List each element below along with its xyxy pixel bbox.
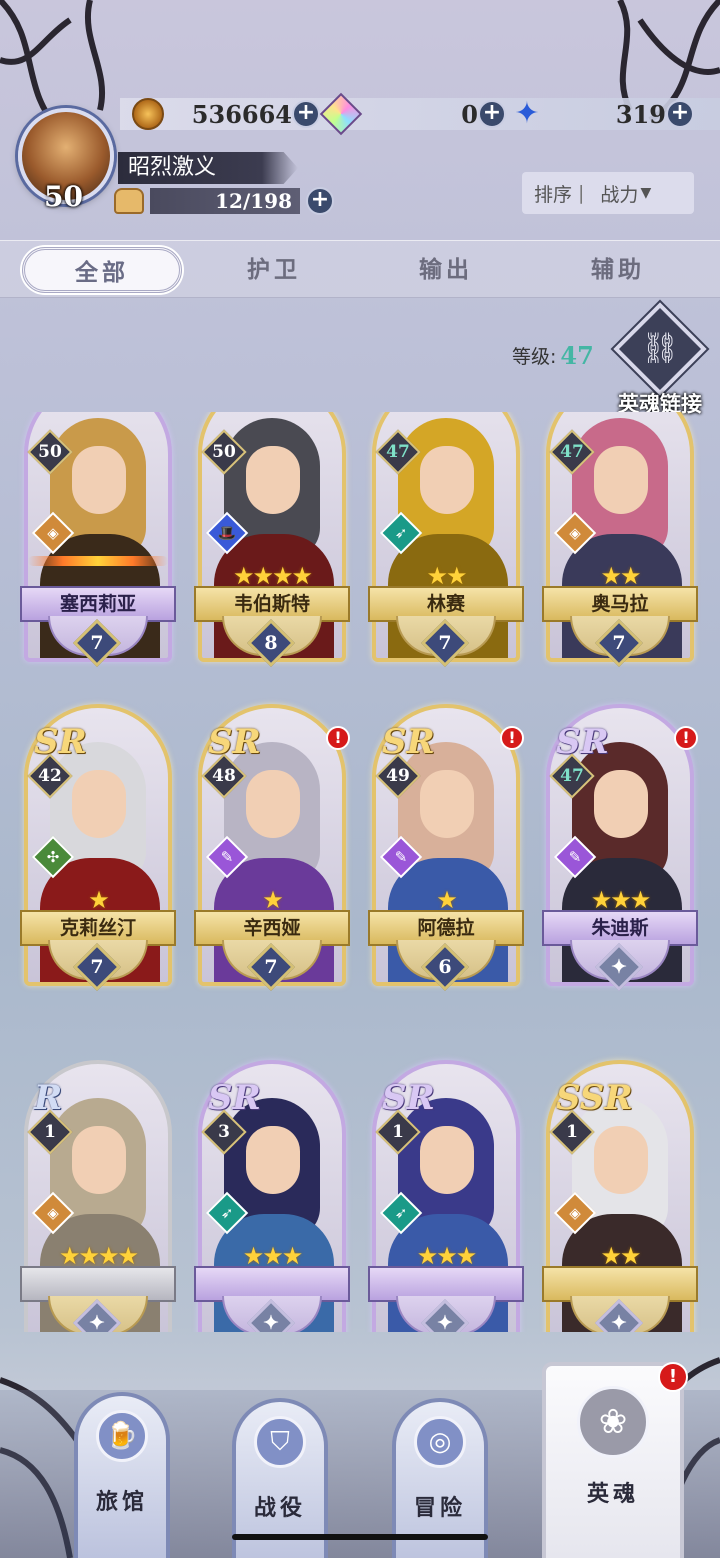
rank-value: 6 (438, 956, 452, 978)
rank-value: ✦ (611, 1312, 627, 1332)
player-level: 50 (44, 180, 83, 213)
sort-dropdown[interactable]: 排序 | 战力 ▼ (522, 172, 694, 214)
hero-soul-icon: ❀ (577, 1386, 649, 1458)
hero-level: 1 (566, 1122, 578, 1142)
stamina: 12/198 + (114, 186, 334, 216)
rank-value: 7 (90, 632, 104, 654)
gem-resource: 0 + (319, 92, 506, 136)
rarity-badge: SR (556, 722, 609, 762)
rarity-badge: SR (208, 1078, 261, 1118)
sort-separator: | (578, 182, 585, 204)
hero-level: 47 (560, 442, 584, 462)
gold-value: 536664 (191, 99, 292, 129)
blue-star-icon: ✦ (514, 96, 540, 131)
awaken-glow (28, 556, 168, 566)
hero-card[interactable]: 47 ➶ ★★ 林赛 7 (368, 412, 524, 690)
rank-value: 7 (264, 956, 278, 978)
rank-value: 7 (612, 632, 626, 654)
hero-card[interactable]: SSR 1 ◈ ★★ ✦ (542, 1060, 698, 1332)
rank-value: 7 (438, 632, 452, 654)
rank-value: 7 (90, 956, 104, 978)
tab-all[interactable]: 全部 (22, 247, 182, 293)
hero-level: 48 (212, 766, 236, 786)
rarity-badge: SR (382, 722, 435, 762)
tab-damage[interactable]: 输出 (366, 247, 526, 293)
hero-level: 1 (392, 1122, 404, 1142)
nav-tavern[interactable]: 🍺 旅馆 (74, 1392, 170, 1558)
hero-level: 50 (38, 442, 62, 462)
hero-card[interactable]: SR 3 ➶ ★★★ ✦ (194, 1060, 350, 1332)
bottom-nav: 🍺 旅馆 ⛉ 战役 ◎ 冒险 ❀ 英魂 ! (0, 1340, 720, 1558)
hero-card[interactable]: R 1 ◈ ★★★★ ✦ (20, 1060, 176, 1332)
role-tabs: 全部 护卫 输出 辅助 (0, 240, 720, 298)
add-stamina-button[interactable]: + (306, 187, 334, 215)
hero-card[interactable]: 50 🎩 ★★★★ 韦伯斯特 8 (194, 412, 350, 690)
hero-card[interactable]: SR 49 ✎ ★ 阿德拉 6! (368, 704, 524, 1014)
hero-card[interactable]: SR 1 ➶ ★★★ ✦ (368, 1060, 524, 1332)
nav-heroes-label: 英魂 (586, 1482, 639, 1507)
hero-level: 3 (218, 1122, 230, 1142)
star-resource: ✦ 319 + (512, 96, 694, 132)
hero-card[interactable]: SR 42 ✣ ★ 克莉丝汀 7 (20, 704, 176, 1014)
rank-value: 8 (264, 632, 278, 654)
soul-link-button[interactable]: ⛓ 英魂链接 (612, 302, 708, 416)
coin-icon (132, 98, 164, 130)
home-indicator (232, 1534, 488, 1540)
star-value: 319 (615, 99, 666, 129)
bread-icon (114, 188, 144, 214)
rank-value: ✦ (611, 956, 627, 978)
hero-grid: 50 ◈ 塞西莉亚 7 50 🎩 ★★★★ 韦伯斯特 8 47 ➶ ★★ 林赛 7 47 ◈ ★★ 奥马拉 7 SR 4… (0, 412, 720, 1332)
tab-support[interactable]: 辅助 (538, 247, 698, 293)
nav-adventure-label: 冒险 (413, 1496, 466, 1521)
add-gem-button[interactable]: + (478, 100, 506, 128)
hero-level: 47 (386, 442, 410, 462)
rarity-badge: SR (208, 722, 261, 762)
stamina-value: 12/198 (150, 188, 300, 214)
hero-card[interactable]: 50 ◈ 塞西莉亚 7 (20, 412, 176, 690)
level-label: 等级: (512, 345, 557, 368)
alert-icon: ! (500, 726, 524, 750)
hero-level: 49 (386, 766, 410, 786)
nav-tavern-label: 旅馆 (95, 1490, 148, 1515)
sort-label: 排序 (534, 183, 573, 206)
add-star-button[interactable]: + (666, 100, 694, 128)
add-gold-button[interactable]: + (292, 100, 320, 128)
rarity-badge: SR (34, 722, 87, 762)
hero-level: 47 (560, 766, 584, 786)
nav-campaign-label: 战役 (253, 1496, 306, 1521)
campaign-shield-icon: ⛉ (254, 1416, 306, 1468)
hero-card[interactable]: 47 ◈ ★★ 奥马拉 7 (542, 412, 698, 690)
nav-heroes[interactable]: ❀ 英魂 ! (542, 1362, 688, 1558)
adventure-compass-icon: ◎ (414, 1416, 466, 1468)
rank-value: ✦ (89, 1312, 105, 1332)
hero-level: 42 (38, 766, 62, 786)
rainbow-gem-icon (319, 92, 363, 136)
alert-icon: ! (658, 1362, 688, 1392)
top-bar: 50 536664 + 0 + ✦ 319 + 昭烈激义 12/198 + 排序… (0, 0, 720, 230)
alert-icon: ! (674, 726, 698, 750)
sort-value: 战力 (600, 183, 639, 206)
hero-level: 50 (212, 442, 236, 462)
player-name: 昭烈激义 (118, 152, 298, 184)
chain-link-icon: ⛓ (613, 302, 707, 396)
gem-value: 0 (461, 99, 478, 129)
level-filter: 等级: 47 (512, 338, 594, 372)
tavern-mug-icon: 🍺 (96, 1410, 148, 1462)
hero-level: 1 (44, 1122, 56, 1142)
gold-resource: 536664 + (132, 96, 320, 132)
tab-guard[interactable]: 护卫 (194, 247, 354, 293)
rarity-badge: SR (382, 1078, 435, 1118)
rank-value: ✦ (437, 1312, 453, 1332)
hero-card[interactable]: SR 48 ✎ ★ 辛西娅 7! (194, 704, 350, 1014)
alert-icon: ! (326, 726, 350, 750)
hero-card[interactable]: SR 47 ✎ ★★★ 朱迪斯 ✦! (542, 704, 698, 1014)
rank-value: ✦ (263, 1312, 279, 1332)
level-value: 47 (560, 340, 594, 370)
chevron-down-icon: ▼ (640, 185, 652, 201)
